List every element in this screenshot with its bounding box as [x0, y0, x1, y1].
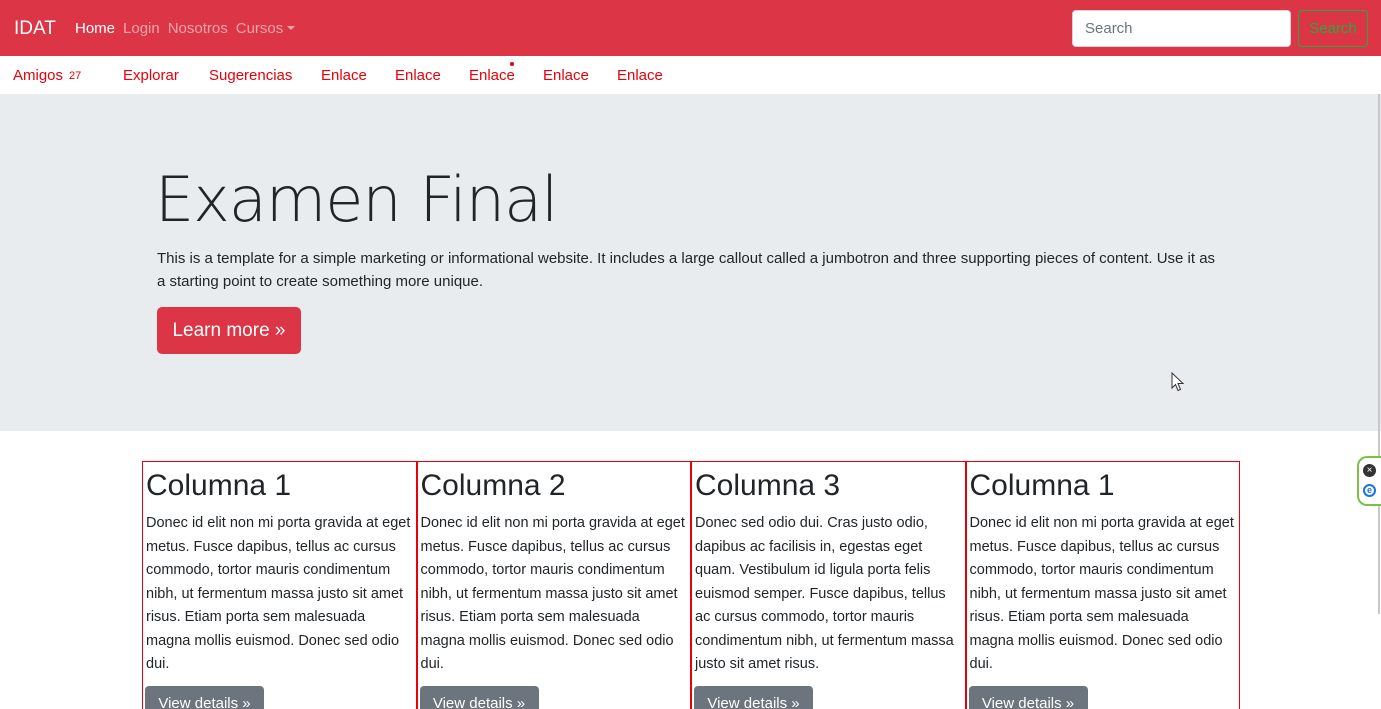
column-title: Columna 2 — [420, 469, 566, 502]
amigos-count-badge: 27 — [69, 70, 82, 82]
view-details-button[interactable]: View details » — [694, 686, 813, 709]
learn-more-button[interactable]: Learn more » — [157, 307, 301, 354]
subnav-explorar-link[interactable]: Explorar — [123, 67, 179, 85]
content-column: Columna 2 Donec id elit non mi porta gra… — [416, 461, 691, 709]
subnav-amigos-label: Amigos — [13, 67, 64, 84]
view-details-button[interactable]: View details » — [968, 686, 1088, 709]
close-icon[interactable]: × — [1363, 464, 1376, 477]
column-text: Donec id elit non mi porta gravida at eg… — [969, 515, 1234, 672]
subnav-enlace-link[interactable]: Enlace — [395, 67, 441, 85]
content-column: Columna 1 Donec id elit non mi porta gra… — [965, 461, 1240, 709]
scrollbar-edge[interactable] — [1378, 94, 1380, 614]
content-columns: Columna 1 Donec id elit non mi porta gra… — [142, 461, 1240, 709]
nav-nosotros-link[interactable]: Nosotros — [168, 20, 228, 38]
content-column: Columna 3 Donec sed odio dui. Cras justo… — [691, 461, 966, 709]
subnav-enlace-link[interactable]: Enlace — [469, 67, 515, 85]
subnav-enlace-link[interactable]: Enlace — [617, 67, 663, 85]
nav-cursos-dropdown[interactable]: Cursos — [236, 20, 296, 38]
subnav-enlace-link[interactable]: Enlace — [543, 67, 589, 85]
column-title: Columna 1 — [969, 469, 1115, 502]
column-text: Donec sed odio dui. Cras justo odio, dap… — [695, 515, 954, 672]
subnav-enlace-link[interactable]: Enlace — [321, 67, 367, 85]
nav-login-link[interactable]: Login — [123, 20, 160, 38]
column-text: Donec id elit non mi porta gravida at eg… — [146, 515, 411, 672]
top-navbar: IDAT Home Login Nosotros Cursos Search — [0, 0, 1381, 56]
secondary-nav: Amigos 27 Explorar Sugerencias Enlace Enl… — [0, 56, 1381, 94]
search-input[interactable] — [1072, 10, 1291, 47]
nav-cursos-label: Cursos — [235, 20, 284, 37]
view-details-button[interactable]: View details » — [145, 686, 264, 709]
mouse-pointer-icon — [1171, 372, 1185, 392]
page-title: Examen Final — [155, 163, 558, 236]
brand-logo[interactable]: IDAT — [14, 18, 56, 40]
extension-icon[interactable]: e — [1363, 484, 1376, 497]
jumbotron-text: This is a template for a simple marketin… — [157, 250, 1216, 290]
search-button[interactable]: Search — [1298, 10, 1368, 47]
content-column: Columna 1 Donec id elit non mi porta gra… — [142, 461, 417, 709]
column-title: Columna 1 — [146, 469, 292, 502]
subnav-amigos-link[interactable]: Amigos 27 — [13, 67, 81, 85]
column-title: Columna 3 — [695, 469, 841, 502]
chevron-down-icon — [287, 26, 296, 30]
extension-widget[interactable]: × e — [1357, 456, 1381, 506]
notification-dot — [510, 62, 514, 66]
view-details-button[interactable]: View details » — [419, 686, 539, 709]
nav-home-link[interactable]: Home — [75, 20, 115, 38]
column-text: Donec id elit non mi porta gravida at eg… — [420, 515, 685, 672]
subnav-sugerencias-link[interactable]: Sugerencias — [209, 67, 292, 85]
navbar-links: Home Login Nosotros Cursos — [75, 20, 303, 38]
